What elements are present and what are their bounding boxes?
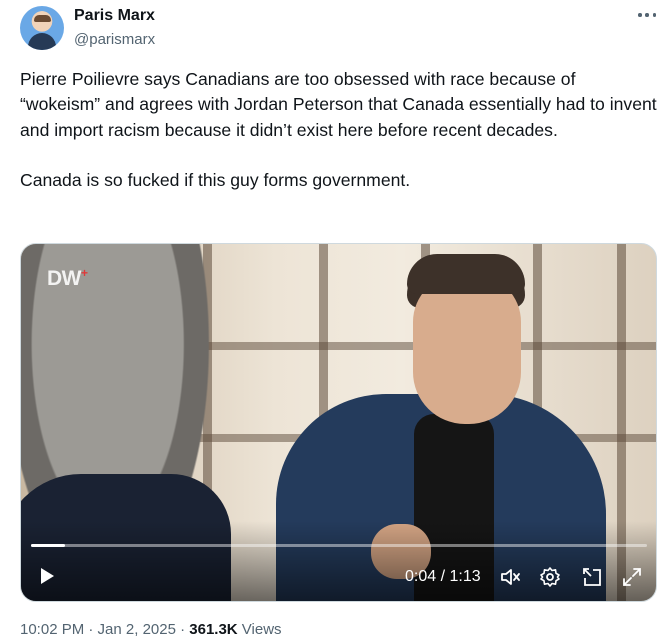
author-handle[interactable]: @parismarx [74, 31, 155, 48]
views-label: Views [237, 621, 282, 638]
tweet-text: Pierre Poilievre says Canadians are too … [20, 69, 657, 191]
video-progress-fill [31, 544, 65, 547]
dw-watermark: DW+ [47, 266, 88, 290]
tweet-timestamp[interactable]: 10:02 PM · Jan 2, 2025 · [20, 621, 189, 638]
tweet-meta: 10:02 PM · Jan 2, 2025 · 361.3K Views [20, 621, 282, 638]
video-progress-bar[interactable] [31, 544, 647, 547]
video-subject-head [413, 274, 521, 424]
avatar[interactable] [20, 6, 64, 50]
author-name[interactable]: Paris Marx [74, 7, 155, 25]
play-icon[interactable] [37, 566, 57, 586]
video-subject-hair-top [407, 254, 525, 294]
video-time: 0:04 / 1:13 [405, 568, 481, 585]
views-count: 361.3K [189, 621, 238, 638]
more-options-icon[interactable] [636, 6, 658, 24]
video-controls-bar [21, 521, 656, 601]
volume-muted-icon[interactable] [499, 566, 521, 588]
picture-in-picture-icon[interactable] [581, 566, 603, 588]
tweet-card: Paris Marx @parismarx Pierre Poilievre s… [0, 0, 669, 641]
settings-icon[interactable] [539, 566, 561, 588]
video-player[interactable]: DW+ 0:04 / 1:13 [20, 243, 657, 602]
fullscreen-icon[interactable] [621, 566, 643, 588]
